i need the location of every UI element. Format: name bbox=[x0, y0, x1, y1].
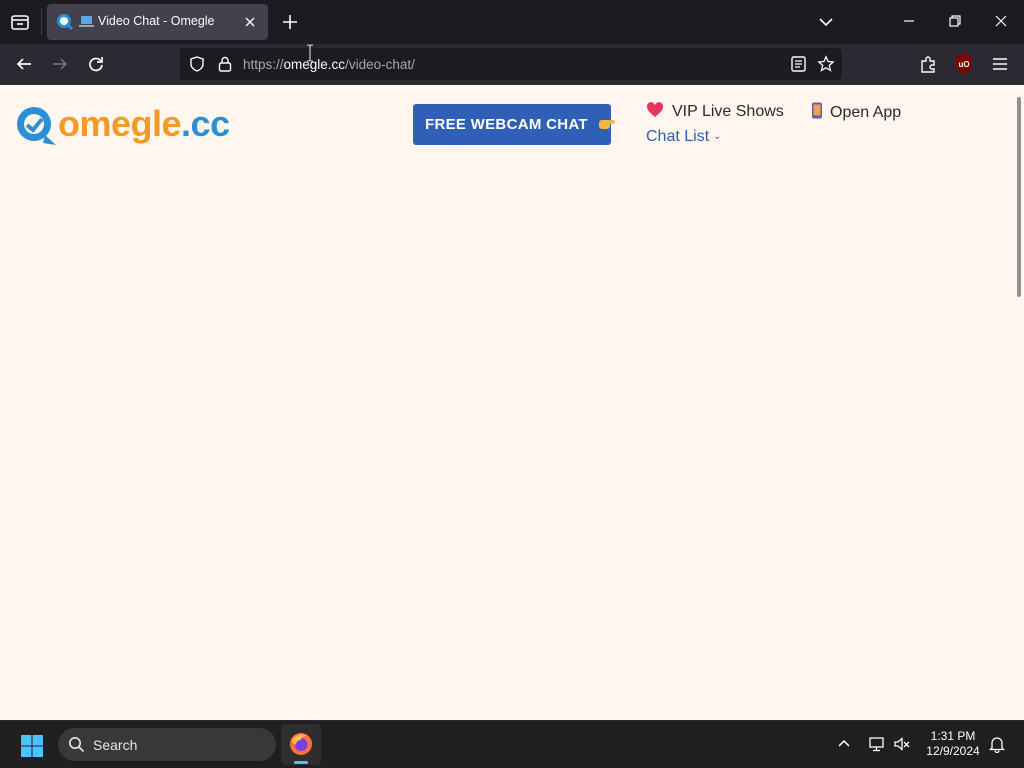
open-app-link[interactable]: Open App bbox=[810, 102, 901, 122]
text-cursor-icon bbox=[307, 44, 313, 62]
free-webcam-chat-button[interactable]: FREE WEBCAM CHAT bbox=[413, 104, 616, 145]
tab-divider bbox=[41, 8, 42, 36]
search-placeholder: Search bbox=[93, 737, 138, 753]
active-tab[interactable]: Video Chat - Omegle bbox=[47, 4, 268, 40]
url-host: omegle.cc bbox=[283, 57, 346, 72]
taskbar-clock[interactable]: 1:31 PM 12/9/2024 bbox=[920, 729, 986, 759]
new-tab-icon[interactable] bbox=[280, 12, 300, 32]
volume-muted-icon[interactable] bbox=[893, 735, 911, 753]
forward-arrow-icon[interactable] bbox=[50, 54, 70, 74]
hamburger-menu-icon[interactable] bbox=[990, 54, 1010, 74]
extensions-puzzle-icon[interactable] bbox=[918, 54, 938, 74]
omegle-favicon-icon bbox=[57, 14, 74, 31]
list-all-tabs-chevron-icon[interactable] bbox=[816, 12, 836, 32]
heart-emoji-icon bbox=[646, 102, 664, 117]
clock-date: 12/9/2024 bbox=[926, 744, 980, 758]
tracking-protection-shield-icon[interactable] bbox=[188, 55, 206, 73]
taskbar-search-box[interactable]: Search bbox=[58, 728, 276, 761]
site-logo-wordmark[interactable]: omegle.cc bbox=[58, 103, 230, 145]
lock-icon[interactable] bbox=[217, 55, 233, 73]
logo-main-text: omegle bbox=[58, 103, 182, 144]
reload-icon[interactable] bbox=[86, 54, 106, 74]
laptop-emoji-icon bbox=[79, 16, 94, 27]
address-bar[interactable]: https://omegle.cc/video-chat/ bbox=[180, 48, 842, 80]
windows-taskbar: Search 1:31 PM 12/9/2024 bbox=[0, 720, 1024, 768]
search-icon bbox=[69, 737, 85, 753]
tab-list-icon[interactable] bbox=[8, 10, 32, 34]
chat-list-dropdown[interactable]: Chat List ⌄ bbox=[646, 128, 722, 146]
chat-list-label: Chat List bbox=[646, 128, 710, 145]
pointing-hand-emoji-icon bbox=[599, 120, 616, 129]
vip-live-shows-label: VIP Live Shows bbox=[672, 103, 784, 120]
mobile-phone-emoji-icon bbox=[812, 102, 822, 119]
browser-toolbar: https://omegle.cc/video-chat/ uO 2 bbox=[0, 44, 1024, 105]
tab-title: Video Chat - Omegle bbox=[98, 14, 215, 28]
close-tab-icon[interactable] bbox=[242, 14, 258, 30]
firefox-icon bbox=[290, 733, 312, 755]
cta-label: FREE WEBCAM CHAT bbox=[425, 116, 588, 133]
running-app-indicator bbox=[294, 761, 308, 764]
ublock-origin-icon[interactable]: uO bbox=[954, 53, 974, 75]
page-scrollbar[interactable] bbox=[1017, 97, 1021, 297]
chevron-down-icon: ⌄ bbox=[713, 131, 722, 142]
url-path: /video-chat/ bbox=[345, 57, 415, 72]
minimize-window-icon[interactable] bbox=[900, 12, 918, 30]
web-page-content: omegle.cc FREE WEBCAM CHAT VIP Live Show… bbox=[0, 85, 1024, 720]
vip-live-shows-link[interactable]: VIP Live Shows bbox=[646, 102, 784, 121]
bookmark-star-icon[interactable] bbox=[817, 55, 835, 73]
restore-window-icon[interactable] bbox=[946, 12, 964, 30]
url-scheme: https:// bbox=[243, 57, 284, 72]
url-text[interactable]: https://omegle.cc/video-chat/ bbox=[243, 57, 415, 72]
logo-tld-text: .cc bbox=[181, 103, 230, 144]
network-icon[interactable] bbox=[868, 735, 886, 753]
reader-view-icon[interactable] bbox=[790, 55, 807, 73]
clock-time: 1:31 PM bbox=[930, 729, 976, 743]
close-window-icon[interactable] bbox=[992, 12, 1010, 30]
svg-text:uO: uO bbox=[958, 60, 969, 69]
firefox-taskbar-button[interactable] bbox=[281, 724, 321, 765]
back-arrow-icon[interactable] bbox=[14, 54, 34, 74]
notification-bell-icon[interactable] bbox=[988, 735, 1006, 753]
open-app-label: Open App bbox=[830, 104, 902, 121]
browser-tab-strip: Video Chat - Omegle bbox=[0, 0, 1024, 44]
windows-start-icon[interactable] bbox=[20, 734, 44, 758]
show-hidden-icons-chevron-icon[interactable] bbox=[836, 736, 852, 752]
site-logo-icon[interactable] bbox=[15, 105, 59, 147]
